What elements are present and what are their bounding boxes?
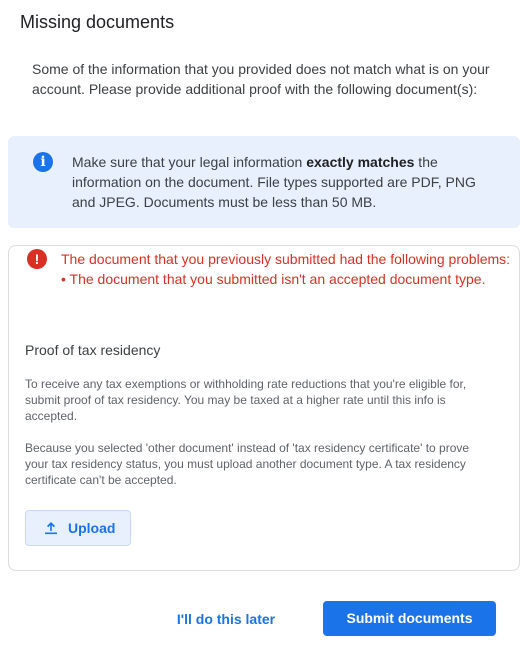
- document-card: ! The document that you previously submi…: [8, 245, 520, 571]
- error-message: The document that you previously submitt…: [61, 249, 513, 289]
- info-icon: i: [33, 152, 53, 172]
- intro-text: Some of the information that you provide…: [32, 61, 490, 97]
- upload-label: Upload: [68, 520, 116, 536]
- upload-icon: [45, 522, 57, 535]
- upload-button[interactable]: Upload: [25, 510, 131, 546]
- error-headline: The document that you previously submitt…: [61, 251, 511, 267]
- submit-documents-button[interactable]: Submit documents: [323, 601, 496, 636]
- info-banner: i Make sure that your legal information …: [8, 136, 520, 228]
- info-text: Make sure that your legal information ex…: [72, 152, 492, 212]
- section-title: Proof of tax residency: [25, 342, 161, 358]
- error-item: • The document that you submitted isn't …: [61, 271, 486, 287]
- info-text-emphasis: exactly matches: [306, 154, 415, 170]
- section-description: To receive any tax exemptions or withhol…: [25, 377, 467, 423]
- do-later-button[interactable]: I'll do this later: [170, 602, 282, 636]
- info-text-start: Make sure that your legal information: [72, 154, 307, 170]
- section-note: Because you selected 'other document' in…: [25, 441, 470, 487]
- error-icon: !: [27, 249, 47, 269]
- dialog-title: Missing documents: [20, 12, 175, 32]
